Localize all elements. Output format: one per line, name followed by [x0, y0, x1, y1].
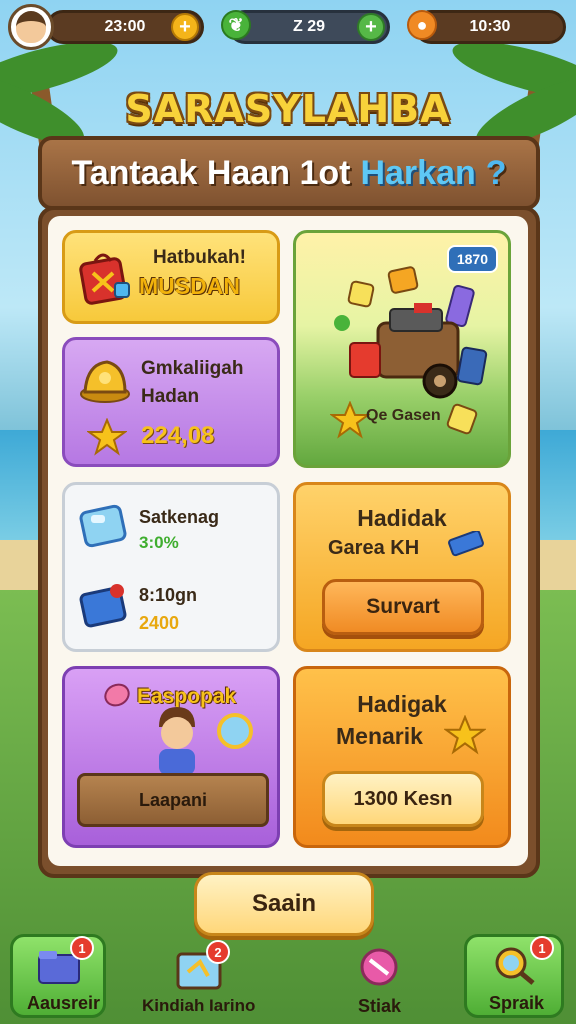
star-icon — [87, 418, 127, 456]
item1-name: Satkenag — [139, 507, 220, 527]
map-ticket-icon — [446, 403, 478, 435]
title-banner: Tantaak Haan 1ot Harkan ? — [38, 136, 540, 210]
player-avatar[interactable] — [8, 4, 54, 50]
boy-character-icon — [159, 707, 195, 775]
nav-item-4-badge: 1 — [530, 936, 554, 960]
character-sign: Laapani — [77, 773, 269, 827]
banner-text: Tantaak Haan 1ot — [71, 153, 351, 192]
gift1-line1: Hadidak — [357, 505, 447, 531]
leaf-icon: ❦ — [221, 10, 251, 40]
add-currency-2-button[interactable]: + — [357, 13, 385, 41]
item1-value: 3:0% — [139, 533, 179, 552]
card-reward[interactable]: Gmkaliigah Hadan 224,08 — [62, 337, 280, 467]
golden-helmet-icon — [80, 360, 130, 403]
nav-item-2-label[interactable]: Kindiah Iarino — [142, 996, 255, 1016]
gift2-line1: Hadigak — [357, 691, 447, 717]
item2-name: 8:10gn — [139, 585, 198, 605]
offer-star-icon — [444, 715, 486, 755]
nav-item-3-label[interactable]: Stiak — [358, 996, 401, 1017]
gift-bag-icon — [79, 253, 130, 305]
ice-crystal-icon — [79, 504, 127, 548]
currency-3-value: 10:30 — [469, 18, 511, 35]
nav-item-1-badge: 1 — [70, 936, 94, 960]
card-items[interactable]: Satkenag 3:0% 8:10gn 2400 — [62, 482, 280, 652]
treasure-cart-icon — [334, 266, 488, 399]
mission-line1: Hatbukah! — [153, 247, 246, 268]
currency-1-value: 23:00 — [104, 18, 146, 35]
candy-icon[interactable] — [352, 942, 406, 992]
currency-pill-1: 23:00 + — [46, 10, 204, 44]
card-treasure-scene[interactable]: 1870 Qe Gasen — [293, 230, 511, 468]
blue-card-icon — [79, 584, 127, 628]
offer-button[interactable]: 1300 Kesn — [322, 771, 484, 827]
nav-item-4-label: Spraik — [489, 993, 545, 1013]
coin-icon: ● — [407, 10, 437, 40]
character-sign-label: Laapani — [138, 790, 208, 810]
currency-pill-2: ❦ Z 29 + — [221, 10, 390, 44]
scene-star-icon — [330, 401, 370, 439]
card-character[interactable]: Easpopak Laapani — [62, 666, 280, 848]
nav-item-2-badge: 2 — [206, 940, 230, 964]
reward-line2: Hadan — [141, 386, 200, 407]
avatar-face-icon — [16, 11, 46, 43]
banner-highlight: Harkan — [360, 153, 476, 192]
currency-2-value: Z 29 — [292, 18, 325, 35]
gift1-line2: Garea KH — [328, 537, 420, 559]
ice-cream-icon — [104, 683, 130, 707]
currency-pill-3: ● 10:30 — [407, 10, 566, 44]
nav-item-1-label: Aausreir — [27, 993, 101, 1013]
mission-line2: MUSDAN — [139, 273, 240, 299]
compass-icon — [217, 713, 253, 749]
card-gift-survey[interactable]: Hadidak Garea KH Survart — [293, 482, 511, 652]
reward-value: 224,08 — [141, 422, 215, 449]
gift2-line2: Menarik — [336, 723, 423, 749]
main-action-button[interactable]: Saain — [194, 872, 374, 936]
card-gift-offer[interactable]: Hadigak Menarik 1300 Kesn — [293, 666, 511, 848]
item2-value: 2400 — [139, 613, 180, 633]
top-bar: 23:00 + ❦ Z 29 + ● 10:30 — [0, 0, 576, 56]
ticket-icon — [448, 531, 484, 557]
card-mission[interactable]: Hatbukah! MUSDAN — [62, 230, 280, 324]
scene-label: Qe Gasen — [366, 407, 441, 424]
banner-question-mark: ? — [485, 153, 507, 192]
survey-button[interactable]: Survart — [322, 579, 484, 635]
add-currency-1-button[interactable]: + — [171, 13, 199, 41]
reward-line1: Gmkaliigah — [141, 358, 244, 379]
game-logo: SARASYLAHBA — [125, 87, 451, 131]
